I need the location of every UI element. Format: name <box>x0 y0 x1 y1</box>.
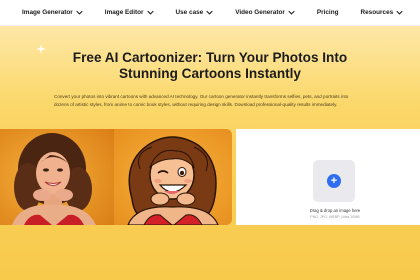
nav-item-resources[interactable]: Resources <box>361 9 404 16</box>
before-after-preview <box>0 129 232 225</box>
nav-item-label: Resources <box>360 9 394 16</box>
nav-item-label: Use case <box>175 9 204 16</box>
title-line-2: Stunning Cartoons Instantly <box>118 66 301 81</box>
title-line-1: Free AI Cartoonizer: Turn Your Photos In… <box>72 50 348 65</box>
chevron-down-icon <box>396 10 403 15</box>
plus-icon[interactable]: + <box>327 174 341 188</box>
nav-item-image-editor[interactable]: Image Editor <box>105 9 154 16</box>
upload-dropzone[interactable]: + <box>313 160 355 202</box>
nav-item-use-case[interactable]: Use case <box>176 9 214 16</box>
nav-item-label: Image Editor <box>104 9 144 16</box>
cartoon-result-image <box>114 129 232 225</box>
upload-formats: PNG, JPG, WEBP | Max 10MB <box>310 215 360 219</box>
upload-label: Drag & drop an image here <box>309 208 361 213</box>
nav-item-label: Video Generator <box>235 9 285 16</box>
nav-item-label: Pricing <box>316 9 339 16</box>
chevron-down-icon <box>146 10 154 15</box>
nav-item-image-generator[interactable]: Image Generator <box>22 9 83 16</box>
hero-description: Convert your photos into vibrant cartoon… <box>54 94 349 107</box>
nav-item-label: Image Generator <box>22 9 73 16</box>
top-nav: Image Generator Image Editor Use case Vi… <box>0 0 420 26</box>
page-title: Free AI Cartoonizer: Turn Your Photos In… <box>0 50 420 82</box>
nav-item-video-generator[interactable]: Video Generator <box>235 9 295 16</box>
chevron-down-icon <box>288 10 295 15</box>
nav-item-pricing[interactable]: Pricing <box>317 9 339 16</box>
chevron-down-icon <box>206 10 213 15</box>
chevron-down-icon <box>76 10 83 15</box>
original-photo-image <box>0 129 114 225</box>
